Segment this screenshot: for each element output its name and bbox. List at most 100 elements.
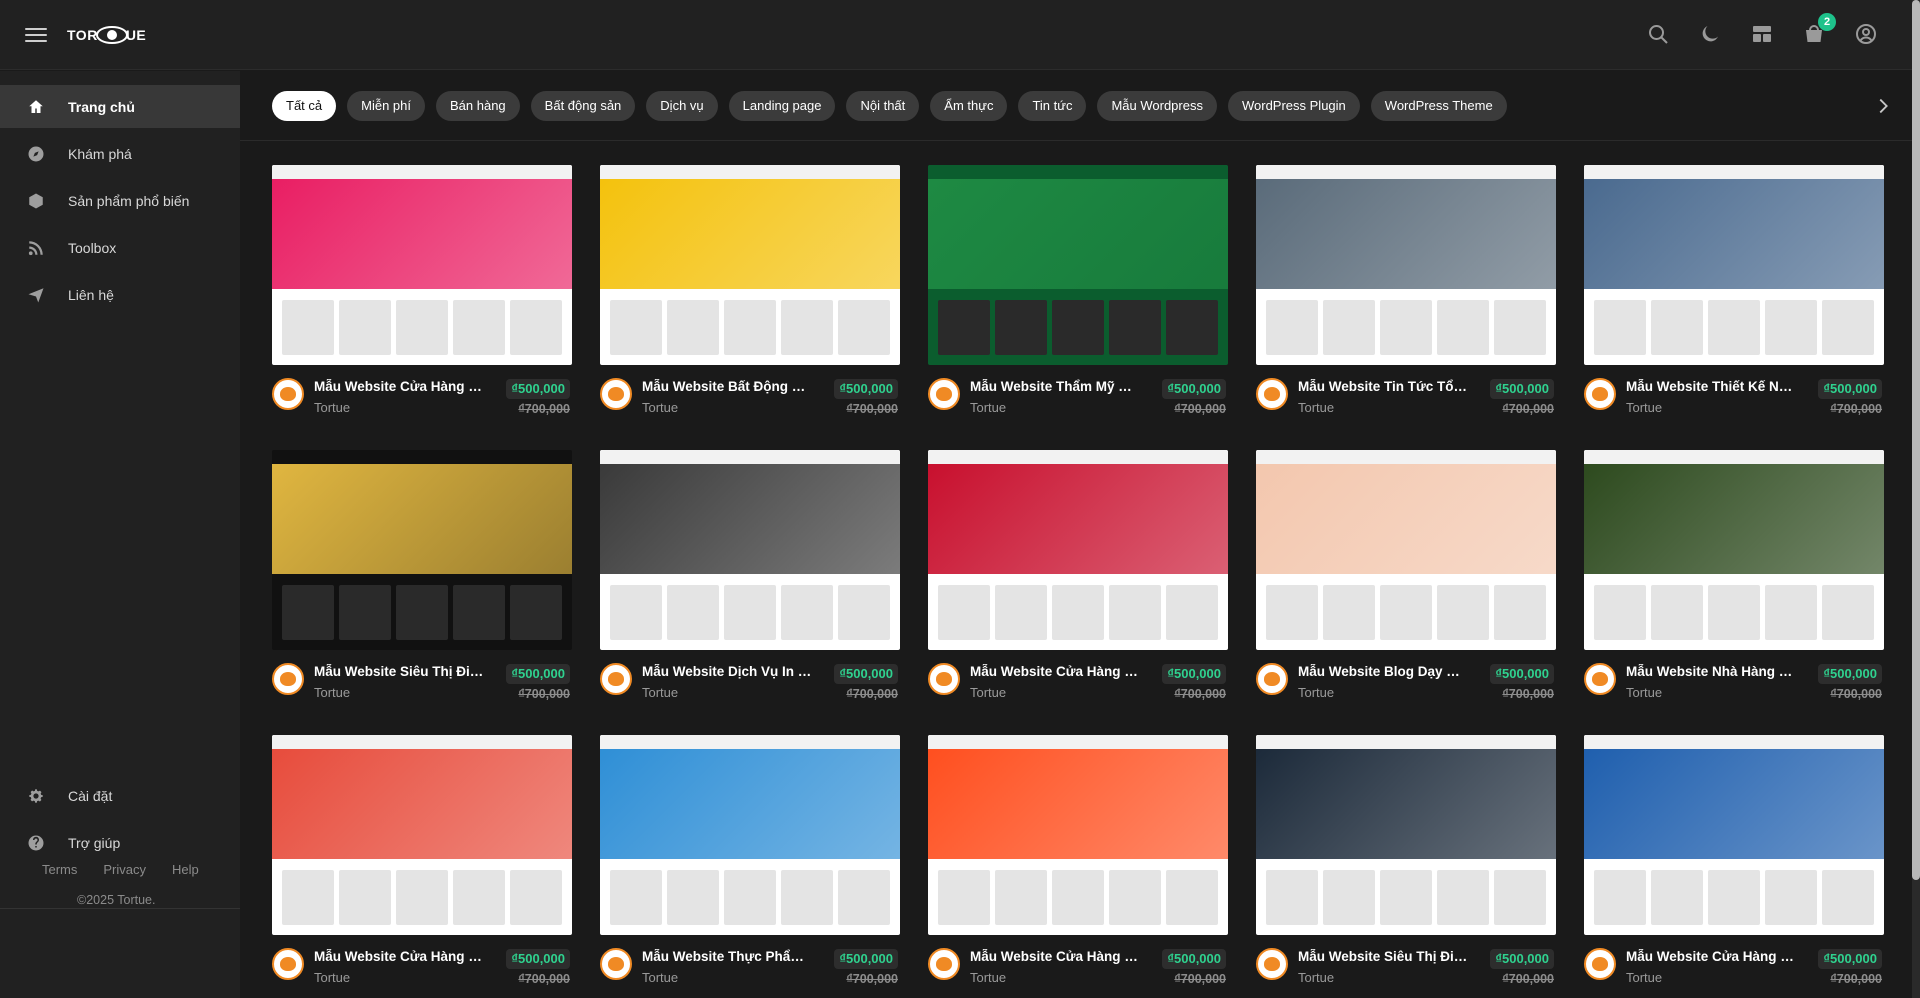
- sidebar-item-explore[interactable]: Khám phá: [0, 132, 240, 175]
- product-author[interactable]: Tortue: [1626, 400, 1662, 415]
- author-avatar[interactable]: [1256, 378, 1288, 410]
- product-thumbnail[interactable]: [272, 450, 572, 650]
- product-card[interactable]: Mẫu Website Tin Tức Tổng Hợp Tortue ₫500,0…: [1256, 165, 1556, 416]
- chip-interior[interactable]: Nội thất: [846, 91, 920, 121]
- chip-wordpress-theme[interactable]: WordPress Theme: [1370, 91, 1507, 121]
- author-avatar[interactable]: [272, 948, 304, 980]
- product-author[interactable]: Tortue: [1626, 685, 1662, 700]
- product-thumbnail[interactable]: [600, 735, 900, 935]
- product-author[interactable]: Tortue: [314, 685, 350, 700]
- product-card[interactable]: Mẫu Website Thiết Kế Nội Thất Tortue ₫500,…: [1584, 165, 1884, 416]
- product-author[interactable]: Tortue: [314, 400, 350, 415]
- product-thumbnail[interactable]: [1584, 735, 1884, 935]
- author-avatar[interactable]: [1584, 378, 1616, 410]
- cart-icon[interactable]: 2: [1802, 13, 1836, 46]
- product-card[interactable]: Mẫu Website Blog Dạy Nấu Ăn Tortue ₫500,00…: [1256, 450, 1556, 701]
- chip-all[interactable]: Tất cả: [272, 91, 337, 121]
- product-author[interactable]: Tortue: [1298, 400, 1334, 415]
- author-avatar[interactable]: [1256, 948, 1288, 980]
- chip-landing-page[interactable]: Landing page: [728, 91, 836, 121]
- product-title[interactable]: Mẫu Website Thực Phẩm Chức Năng: [642, 949, 812, 964]
- menu-toggle-button[interactable]: [25, 24, 47, 46]
- chip-services[interactable]: Dịch vụ: [646, 91, 718, 121]
- product-title[interactable]: Mẫu Website Siêu Thị Điện Máy: [314, 664, 484, 679]
- author-avatar[interactable]: [600, 663, 632, 695]
- product-author[interactable]: Tortue: [1626, 970, 1662, 985]
- product-author[interactable]: Tortue: [1298, 685, 1334, 700]
- product-author[interactable]: Tortue: [314, 970, 350, 985]
- sidebar-item-contact[interactable]: Liên hệ: [0, 273, 240, 316]
- product-title[interactable]: Mẫu Website Cửa Hàng Thời Trang: [970, 949, 1140, 964]
- chip-real-estate[interactable]: Bất động sản: [530, 91, 636, 121]
- logo[interactable]: TOR UE: [67, 21, 146, 49]
- product-card[interactable]: Mẫu Website Bất Động Sản Tortue ₫500,000 ₫7…: [600, 165, 900, 416]
- author-avatar[interactable]: [928, 948, 960, 980]
- product-title[interactable]: Mẫu Website Blog Dạy Nấu Ăn: [1298, 664, 1468, 679]
- chevron-right-icon[interactable]: [1872, 95, 1894, 117]
- chip-wordpress-templates[interactable]: Mẫu Wordpress: [1097, 91, 1217, 121]
- sidebar-item-settings[interactable]: Cài đặt: [0, 774, 240, 817]
- product-card[interactable]: Mẫu Website Cửa Hàng Bánh Tortue ₫500,000 ₫…: [928, 450, 1228, 701]
- chip-free[interactable]: Miễn phí: [347, 91, 425, 121]
- product-title[interactable]: Mẫu Website Bất Động Sản: [642, 379, 812, 394]
- product-thumbnail[interactable]: [928, 165, 1228, 365]
- author-avatar[interactable]: [1584, 948, 1616, 980]
- product-title[interactable]: Mẫu Website Cửa Hàng Văn Phòng Phẩm: [314, 949, 484, 964]
- product-card[interactable]: Mẫu Website Thẩm Mỹ Viện Tortue ₫500,000 ₫7…: [928, 165, 1228, 416]
- chip-news[interactable]: Tin tức: [1018, 91, 1087, 121]
- product-title[interactable]: Mẫu Website Cửa Hàng Sách: [1626, 949, 1796, 964]
- product-card[interactable]: Mẫu Website Cửa Hàng Sách Tortue ₫500,000 ₫…: [1584, 735, 1884, 986]
- chip-sales[interactable]: Bán hàng: [436, 91, 520, 121]
- product-author[interactable]: Tortue: [970, 685, 1006, 700]
- product-card[interactable]: Mẫu Website Cửa Hàng Thời Trang Tortue ₫50…: [272, 165, 572, 416]
- product-author[interactable]: Tortue: [642, 400, 678, 415]
- product-thumbnail[interactable]: [272, 165, 572, 365]
- product-card[interactable]: Mẫu Website Siêu Thị Điện Máy Tortue ₫500,…: [272, 450, 572, 701]
- search-icon[interactable]: [1646, 22, 1670, 46]
- product-card[interactable]: Mẫu Website Thực Phẩm Chức Năng Tortue ₫50…: [600, 735, 900, 986]
- privacy-link[interactable]: Privacy: [103, 862, 146, 877]
- product-thumbnail[interactable]: [1584, 165, 1884, 365]
- scrollbar-thumb[interactable]: [1912, 0, 1920, 880]
- product-title[interactable]: Mẫu Website Nhà Hàng Ẩm Thực: [1626, 664, 1796, 679]
- product-thumbnail[interactable]: [1256, 165, 1556, 365]
- user-icon[interactable]: [1854, 22, 1878, 46]
- terms-link[interactable]: Terms: [42, 862, 77, 877]
- product-title[interactable]: Mẫu Website Siêu Thị Điện Máy: [1298, 949, 1468, 964]
- product-card[interactable]: Mẫu Website Cửa Hàng Thời Trang Tortue ₫50…: [928, 735, 1228, 986]
- author-avatar[interactable]: [928, 663, 960, 695]
- author-avatar[interactable]: [1256, 663, 1288, 695]
- product-title[interactable]: Mẫu Website Cửa Hàng Bánh: [970, 664, 1140, 679]
- product-title[interactable]: Mẫu Website Thiết Kế Nội Thất: [1626, 379, 1796, 394]
- product-thumbnail[interactable]: [600, 450, 900, 650]
- product-thumbnail[interactable]: [928, 450, 1228, 650]
- sidebar-item-popular[interactable]: Sản phẩm phổ biến: [0, 179, 240, 222]
- product-thumbnail[interactable]: [1256, 450, 1556, 650]
- product-thumbnail[interactable]: [1256, 735, 1556, 935]
- moon-icon[interactable]: [1698, 22, 1722, 46]
- sidebar-item-help[interactable]: Trợ giúp: [0, 821, 240, 864]
- product-author[interactable]: Tortue: [970, 400, 1006, 415]
- product-thumbnail[interactable]: [600, 165, 900, 365]
- product-title[interactable]: Mẫu Website Tin Tức Tổng Hợp: [1298, 379, 1468, 394]
- author-avatar[interactable]: [928, 378, 960, 410]
- product-card[interactable]: Mẫu Website Cửa Hàng Văn Phòng Phẩm Tortu…: [272, 735, 572, 986]
- help-link[interactable]: Help: [172, 862, 199, 877]
- product-author[interactable]: Tortue: [642, 685, 678, 700]
- author-avatar[interactable]: [600, 948, 632, 980]
- chip-wordpress-plugin[interactable]: WordPress Plugin: [1227, 91, 1360, 121]
- product-thumbnail[interactable]: [928, 735, 1228, 935]
- product-title[interactable]: Mẫu Website Cửa Hàng Thời Trang: [314, 379, 484, 394]
- product-card[interactable]: Mẫu Website Dịch Vụ In Ấn Tortue ₫500,000 ₫…: [600, 450, 900, 701]
- author-avatar[interactable]: [272, 378, 304, 410]
- author-avatar[interactable]: [272, 663, 304, 695]
- product-author[interactable]: Tortue: [1298, 970, 1334, 985]
- author-avatar[interactable]: [600, 378, 632, 410]
- product-thumbnail[interactable]: [272, 735, 572, 935]
- product-thumbnail[interactable]: [1584, 450, 1884, 650]
- sidebar-item-toolbox[interactable]: Toolbox: [0, 226, 240, 269]
- layout-icon[interactable]: [1750, 22, 1774, 46]
- product-author[interactable]: Tortue: [642, 970, 678, 985]
- sidebar-item-home[interactable]: Trang chủ: [0, 85, 240, 128]
- product-title[interactable]: Mẫu Website Dịch Vụ In Ấn: [642, 664, 812, 679]
